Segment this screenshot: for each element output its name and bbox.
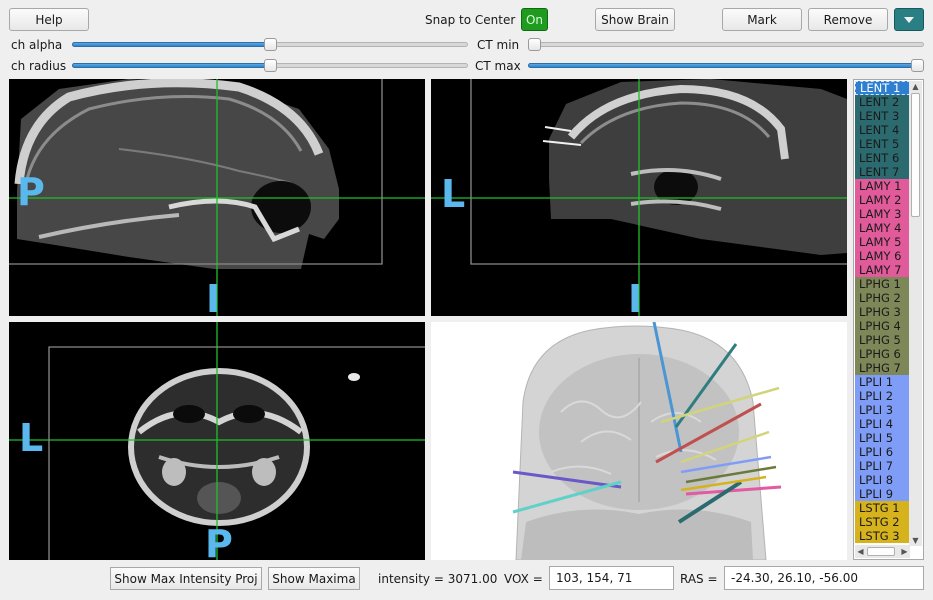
channel-list-item[interactable]: LPHG 7 xyxy=(855,361,910,375)
orientation-label-left: L xyxy=(441,172,466,216)
channel-list-item[interactable]: LAMY 6 xyxy=(855,249,910,263)
help-button[interactable]: Help xyxy=(9,8,89,31)
channel-list-items: LENT 1 LENT 2 LENT 3 LENT 4 LENT 5 LENT 6 LENT… xyxy=(855,81,910,546)
ch-alpha-label: ch alpha xyxy=(11,38,63,52)
channel-list-item[interactable]: LPHG 2 xyxy=(855,291,910,305)
vox-label: VOX = xyxy=(504,572,543,586)
channel-list-item[interactable]: LAMY 4 xyxy=(855,221,910,235)
channel-list-item[interactable]: LPLI 1 xyxy=(855,375,910,389)
channel-list-item[interactable]: LENT 6 xyxy=(855,151,910,165)
show-maxima-button[interactable]: Show Maxima xyxy=(268,567,360,590)
channel-list-item[interactable]: LPLI 6 xyxy=(855,445,910,459)
ch-radius-slider-fill xyxy=(72,63,270,68)
scroll-up-icon[interactable]: ▲ xyxy=(909,81,922,92)
ch-radius-label: ch radius xyxy=(11,59,67,73)
channel-list-item[interactable]: LPHG 6 xyxy=(855,347,910,361)
channel-list-item[interactable]: LPLI 4 xyxy=(855,417,910,431)
orientation-label-bottom: I xyxy=(628,277,643,316)
channel-list-item[interactable]: LAMY 7 xyxy=(855,263,910,277)
brain-3d-render xyxy=(512,322,782,560)
ct-min-label: CT min xyxy=(477,38,520,52)
vox-field[interactable]: 103, 154, 71 xyxy=(549,566,674,590)
intensity-readout: intensity = 3071.00 xyxy=(378,572,498,586)
scroll-down-icon[interactable]: ▼ xyxy=(909,535,922,546)
scrollbar-thumb[interactable] xyxy=(867,547,895,556)
channel-list-item[interactable]: LPLI 8 xyxy=(855,473,910,487)
orientation-label-left: L xyxy=(19,416,44,460)
channel-list-item[interactable]: LPHG 3 xyxy=(855,305,910,319)
channel-list-item[interactable]: LENT 4 xyxy=(855,123,910,137)
ch-alpha-slider[interactable] xyxy=(72,38,468,52)
channel-list[interactable]: LENT 1 LENT 2 LENT 3 LENT 4 LENT 5 LENT 6 LENT… xyxy=(853,79,924,560)
channel-list-item[interactable]: LAMY 3 xyxy=(855,207,910,221)
axial-ct-view[interactable]: L P xyxy=(9,322,425,560)
orientation-label-left: P xyxy=(17,170,45,214)
remove-button[interactable]: Remove xyxy=(808,8,888,31)
channel-list-item[interactable]: LPHG 5 xyxy=(855,333,910,347)
channel-list-item[interactable]: LPLI 7 xyxy=(855,459,910,473)
scroll-left-icon[interactable]: ◀ xyxy=(855,546,866,557)
ct-max-slider-handle[interactable] xyxy=(911,59,924,72)
channel-list-item[interactable]: LSTG 3 xyxy=(855,529,910,543)
scrollbar-thumb[interactable] xyxy=(911,93,920,217)
coronal-ct-view[interactable]: L I xyxy=(431,79,847,316)
channel-list-item[interactable]: LENT 3 xyxy=(855,109,910,123)
chevron-down-icon xyxy=(904,16,914,23)
scroll-right-icon[interactable]: ▶ xyxy=(899,546,910,557)
channel-list-item[interactable]: LSTG 2 xyxy=(855,515,910,529)
orientation-label-bottom: I xyxy=(206,277,221,316)
ras-label: RAS = xyxy=(680,572,718,586)
channel-list-item[interactable]: LAMY 2 xyxy=(855,193,910,207)
channel-list-item[interactable]: LAMY 1 xyxy=(855,179,910,193)
channel-list-item[interactable]: LAMY 5 xyxy=(855,235,910,249)
channel-list-item[interactable]: LPHG 1 xyxy=(855,277,910,291)
sagittal-ct-view[interactable]: P I xyxy=(9,79,425,316)
channel-list-item[interactable]: LPHG 4 xyxy=(855,319,910,333)
channel-list-item[interactable]: LPLI 9 xyxy=(855,487,910,501)
snap-to-center-toggle[interactable]: On xyxy=(521,8,548,31)
ct-min-slider-handle[interactable] xyxy=(528,38,541,51)
channel-list-item[interactable]: LSTG 1 xyxy=(855,501,910,515)
channel-list-horizontal-scrollbar[interactable]: ◀ ▶ xyxy=(855,545,910,558)
channel-list-item[interactable]: LENT 2 xyxy=(855,95,910,109)
ch-alpha-slider-fill xyxy=(72,42,270,47)
channel-list-item[interactable]: LPLI 3 xyxy=(855,403,910,417)
mark-button[interactable]: Mark xyxy=(722,8,802,31)
options-dropdown-button[interactable] xyxy=(894,8,924,31)
show-brain-button[interactable]: Show Brain xyxy=(595,8,675,31)
channel-list-vertical-scrollbar[interactable]: ▲ ▼ xyxy=(909,81,922,546)
channel-list-item[interactable]: LENT 1 xyxy=(855,81,910,95)
channel-list-item[interactable]: LENT 7 xyxy=(855,165,910,179)
ct-max-label: CT max xyxy=(475,59,521,73)
brain-3d-view[interactable] xyxy=(431,322,847,560)
ras-field[interactable]: -24.30, 26.10, -56.00 xyxy=(724,566,924,590)
orientation-label-bottom: P xyxy=(205,522,233,560)
show-max-intensity-proj-button[interactable]: Show Max Intensity Proj xyxy=(110,567,262,590)
ch-radius-slider-handle[interactable] xyxy=(264,59,277,72)
ct-max-slider[interactable] xyxy=(528,59,924,73)
channel-list-item[interactable]: LPLI 5 xyxy=(855,431,910,445)
ct-min-slider[interactable] xyxy=(528,38,924,52)
channel-list-item[interactable]: LPLI 2 xyxy=(855,389,910,403)
ch-radius-slider[interactable] xyxy=(72,59,468,73)
channel-list-item[interactable]: LENT 5 xyxy=(855,137,910,151)
ch-alpha-slider-handle[interactable] xyxy=(264,38,277,51)
snap-to-center-label: Snap to Center xyxy=(425,13,516,27)
ct-max-slider-fill xyxy=(528,63,917,68)
